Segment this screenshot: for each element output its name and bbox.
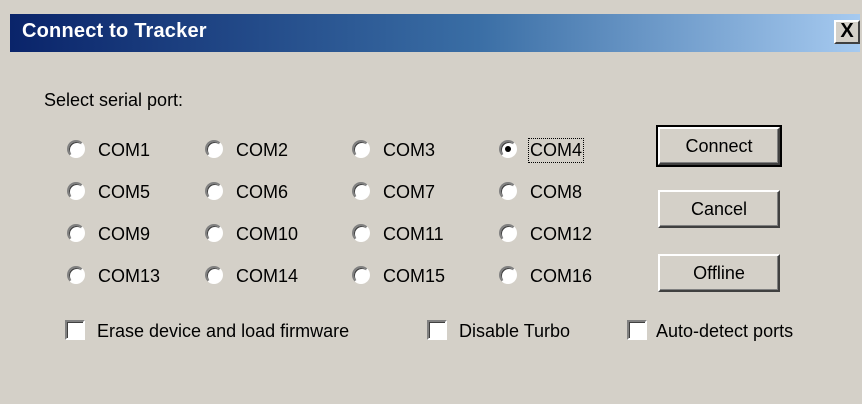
radio-label-com10[interactable]: COM10 [236,224,298,245]
radio-label-com2[interactable]: COM2 [236,140,288,161]
erase-firmware-checkbox[interactable] [65,320,85,340]
radio-label-com8[interactable]: COM8 [530,182,582,203]
radio-com14[interactable] [205,266,223,284]
radio-com4[interactable] [499,140,517,158]
offline-button[interactable]: Offline [658,254,780,292]
connect-dialog: Connect to Tracker X Select serial port:… [0,0,862,404]
radio-com8[interactable] [499,182,517,200]
port-prompt-label: Select serial port: [44,90,184,110]
radio-com13[interactable] [67,266,85,284]
radio-com9[interactable] [67,224,85,242]
radio-com12[interactable] [499,224,517,242]
radio-com1[interactable] [67,140,85,158]
radio-label-com7[interactable]: COM7 [383,182,435,203]
connect-button[interactable]: Connect [656,125,782,167]
radio-com16[interactable] [499,266,517,284]
radio-com11[interactable] [352,224,370,242]
radio-com10[interactable] [205,224,223,242]
disable-turbo-checkbox[interactable] [427,320,447,340]
radio-com2[interactable] [205,140,223,158]
radio-label-com5[interactable]: COM5 [98,182,150,203]
auto-detect-label[interactable]: Auto-detect ports [656,321,793,342]
radio-label-com1[interactable]: COM1 [98,140,150,161]
radio-label-com16[interactable]: COM16 [530,266,592,287]
radio-selected-dot [505,146,511,152]
radio-label-com12[interactable]: COM12 [530,224,592,245]
title-bar[interactable]: Connect to Tracker X [10,14,860,52]
close-icon: X [840,20,854,42]
disable-turbo-label[interactable]: Disable Turbo [459,321,570,342]
radio-label-com4[interactable]: COM4 [527,138,585,163]
radio-com15[interactable] [352,266,370,284]
radio-label-com14[interactable]: COM14 [236,266,298,287]
radio-com6[interactable] [205,182,223,200]
radio-com7[interactable] [352,182,370,200]
close-button[interactable]: X [834,20,860,44]
erase-firmware-label[interactable]: Erase device and load firmware [97,321,349,342]
radio-label-com11[interactable]: COM11 [383,224,444,245]
radio-label-com3[interactable]: COM3 [383,140,435,161]
radio-label-com9[interactable]: COM9 [98,224,150,245]
radio-label-com15[interactable]: COM15 [383,266,445,287]
radio-label-com6[interactable]: COM6 [236,182,288,203]
radio-com5[interactable] [67,182,85,200]
auto-detect-checkbox[interactable] [627,320,647,340]
radio-com3[interactable] [352,140,370,158]
radio-label-com13[interactable]: COM13 [98,266,160,287]
dialog-title: Connect to Tracker [22,20,207,42]
cancel-button[interactable]: Cancel [658,190,780,228]
